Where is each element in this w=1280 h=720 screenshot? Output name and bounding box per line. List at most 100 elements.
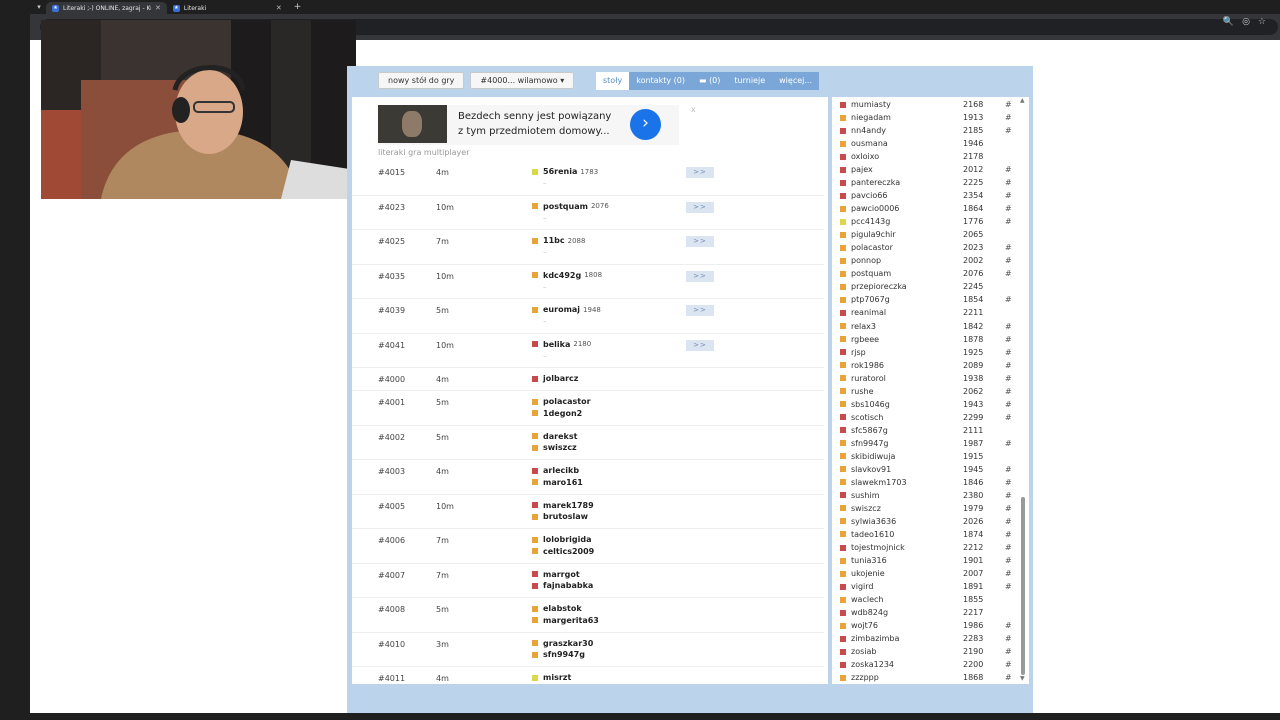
player-entry[interactable]: jolbarcz (532, 373, 578, 385)
player-entry[interactable]: celtics2009 (532, 546, 594, 558)
player-name[interactable]: elabstok (543, 604, 582, 613)
player-list-item[interactable]: zzzppp 1868 # (840, 671, 1012, 684)
player-entry[interactable]: darekst (532, 431, 577, 443)
scroll-thumb[interactable] (1021, 497, 1025, 675)
ad-close-icon[interactable]: x (691, 105, 696, 114)
player-list-item[interactable]: pajex 2012 # (840, 163, 1012, 176)
player-name[interactable]: relax3 (851, 322, 963, 331)
player-name[interactable]: tunia316 (851, 556, 963, 565)
table-row[interactable]: #4025 7m 11bc 2088– >> (352, 230, 824, 265)
player-name[interactable]: swiszcz (851, 504, 963, 513)
player-name[interactable]: celtics2009 (543, 547, 594, 556)
player-name[interactable]: belika (543, 340, 570, 349)
player-entry[interactable]: swiszcz (532, 442, 577, 454)
table-row[interactable]: #4005 10m marek1789 brutoslaw (352, 495, 824, 529)
player-entry[interactable]: elabstok (532, 603, 599, 615)
player-name[interactable]: misrzt (543, 673, 571, 682)
tab-tables[interactable]: stoły (596, 72, 630, 90)
player-name[interactable]: sfc5867g (851, 426, 963, 435)
player-name[interactable]: darekst (543, 432, 577, 441)
player-list-item[interactable]: sfn9947g 1987 # (840, 437, 1012, 450)
player-entry[interactable]: belika 2180 (532, 339, 591, 351)
player-entry[interactable]: 11bc 2088 (532, 235, 585, 247)
player-name[interactable]: marrgot (543, 570, 580, 579)
player-list-item[interactable]: przepioreczka 2245 (840, 280, 1005, 293)
player-list-item[interactable]: tojestmojnick 2212 # (840, 541, 1012, 554)
player-name[interactable]: skibidiwuja (851, 452, 963, 461)
player-name[interactable]: vigird (851, 582, 963, 591)
player-list-item[interactable]: postquam 2076 # (840, 267, 1012, 280)
player-name[interactable]: maro161 (543, 478, 583, 487)
table-row[interactable]: #4007 7m marrgot fajnababka (352, 564, 824, 598)
player-entry[interactable]: marrgot (532, 569, 593, 581)
player-list-item[interactable]: rushe 2062 # (840, 385, 1012, 398)
player-name[interactable]: pcc4143g (851, 217, 963, 226)
player-entry[interactable]: polacastor (532, 396, 591, 408)
tab-search-icon[interactable]: ▾ (32, 3, 46, 11)
player-list-item[interactable]: ptp7067g 1854 # (840, 293, 1012, 306)
player-name[interactable]: euromaj (543, 305, 580, 314)
player-list-item[interactable]: relax3 1842 # (840, 320, 1012, 333)
ad-banner[interactable]: Bezdech senny jest powiązany z tym przed… (378, 105, 679, 145)
player-list-item[interactable]: swiszcz 1979 # (840, 502, 1012, 515)
tab-close-icon[interactable]: ✕ (155, 4, 161, 12)
tab-close-icon[interactable]: ✕ (276, 4, 282, 12)
player-entry[interactable]: euromaj 1948 (532, 304, 601, 316)
player-name[interactable]: arlecikb (543, 466, 579, 475)
player-name[interactable]: zoska1234 (851, 660, 963, 669)
player-list-item[interactable]: ousmana 1946 (840, 137, 1005, 150)
ad-arrow-button[interactable]: › (630, 109, 661, 140)
player-name[interactable]: zimbazimba (851, 634, 963, 643)
player-list-item[interactable]: sfc5867g 2111 (840, 424, 1005, 437)
player-name[interactable]: sushim (851, 491, 963, 500)
join-table-button[interactable]: >> (686, 305, 714, 316)
player-name[interactable]: wdb824g (851, 608, 963, 617)
player-name[interactable]: pajex (851, 165, 963, 174)
player-list-item[interactable]: pcc4143g 1776 # (840, 215, 1012, 228)
player-name[interactable]: 11bc (543, 236, 565, 245)
player-name[interactable]: wojt76 (851, 621, 963, 630)
player-name[interactable]: zzzppp (851, 673, 963, 682)
player-list-item[interactable]: sylwia3636 2026 # (840, 515, 1012, 528)
table-row[interactable]: #4041 10m belika 2180– >> (352, 334, 824, 368)
browser-tab[interactable]: ★ Literaki ✕ (167, 2, 288, 14)
player-name[interactable]: marek1789 (543, 501, 594, 510)
player-name[interactable]: 1degon2 (543, 409, 582, 418)
player-name[interactable]: pigula9chir (851, 230, 963, 239)
scroll-down-icon[interactable]: ▼ (1020, 675, 1025, 682)
join-table-button[interactable]: >> (686, 201, 714, 213)
player-name[interactable]: ruratorol (851, 374, 963, 383)
player-name[interactable]: ponnop (851, 256, 963, 265)
tab-more[interactable]: więcej... (772, 72, 819, 90)
table-row[interactable]: #4001 5m polacastor 1degon2 (352, 391, 824, 426)
player-name[interactable]: rjsp (851, 348, 963, 357)
player-list-item[interactable]: sushim 2380 # (840, 489, 1012, 502)
player-name[interactable]: postquam (851, 269, 963, 278)
player-list-item[interactable]: ruratorol 1938 # (840, 372, 1012, 385)
player-name[interactable]: waclech (851, 595, 963, 604)
player-name[interactable]: pantereczka (851, 178, 963, 187)
player-list-item[interactable]: niegadam 1913 # (840, 111, 1012, 124)
player-entry[interactable]: margerita63 (532, 615, 599, 627)
browser-tab-active[interactable]: ★ Literaki ;-) ONLINE, zagraj - Ku... ✕ (46, 2, 167, 14)
player-list-item[interactable]: zosiab 2190 # (840, 645, 1012, 658)
player-name[interactable]: rgbeee (851, 335, 963, 344)
player-list-item[interactable]: tunia316 1901 # (840, 554, 1012, 567)
tab-contacts[interactable]: kontakty (0) (629, 72, 692, 90)
player-name[interactable]: oxloixo (851, 152, 963, 161)
player-list-item[interactable]: sbs1046g 1943 # (840, 398, 1012, 411)
player-name[interactable]: postquam (543, 202, 588, 211)
player-name[interactable]: ukojenie (851, 569, 963, 578)
player-list-item[interactable]: wdb824g 2217 (840, 606, 1005, 619)
table-row[interactable]: #4039 5m euromaj 1948– >> (352, 299, 824, 334)
join-table-button[interactable]: >> (686, 339, 714, 351)
new-tab-button[interactable]: + (294, 2, 302, 12)
player-entry[interactable]: kdc492g 1808 (532, 270, 602, 282)
player-list-item[interactable]: pavcio66 2354 # (840, 189, 1012, 202)
join-table-button[interactable]: >> (686, 167, 714, 178)
join-table-button[interactable]: >> (686, 236, 714, 247)
table-row[interactable]: #4003 4m arlecikb maro161 (352, 460, 824, 495)
bookmark-star-icon[interactable]: ☆ (1258, 17, 1266, 27)
table-select-dropdown[interactable]: #4000... wilamowo ▾ (470, 72, 575, 89)
tab-tournaments[interactable]: turnieje (727, 72, 773, 90)
